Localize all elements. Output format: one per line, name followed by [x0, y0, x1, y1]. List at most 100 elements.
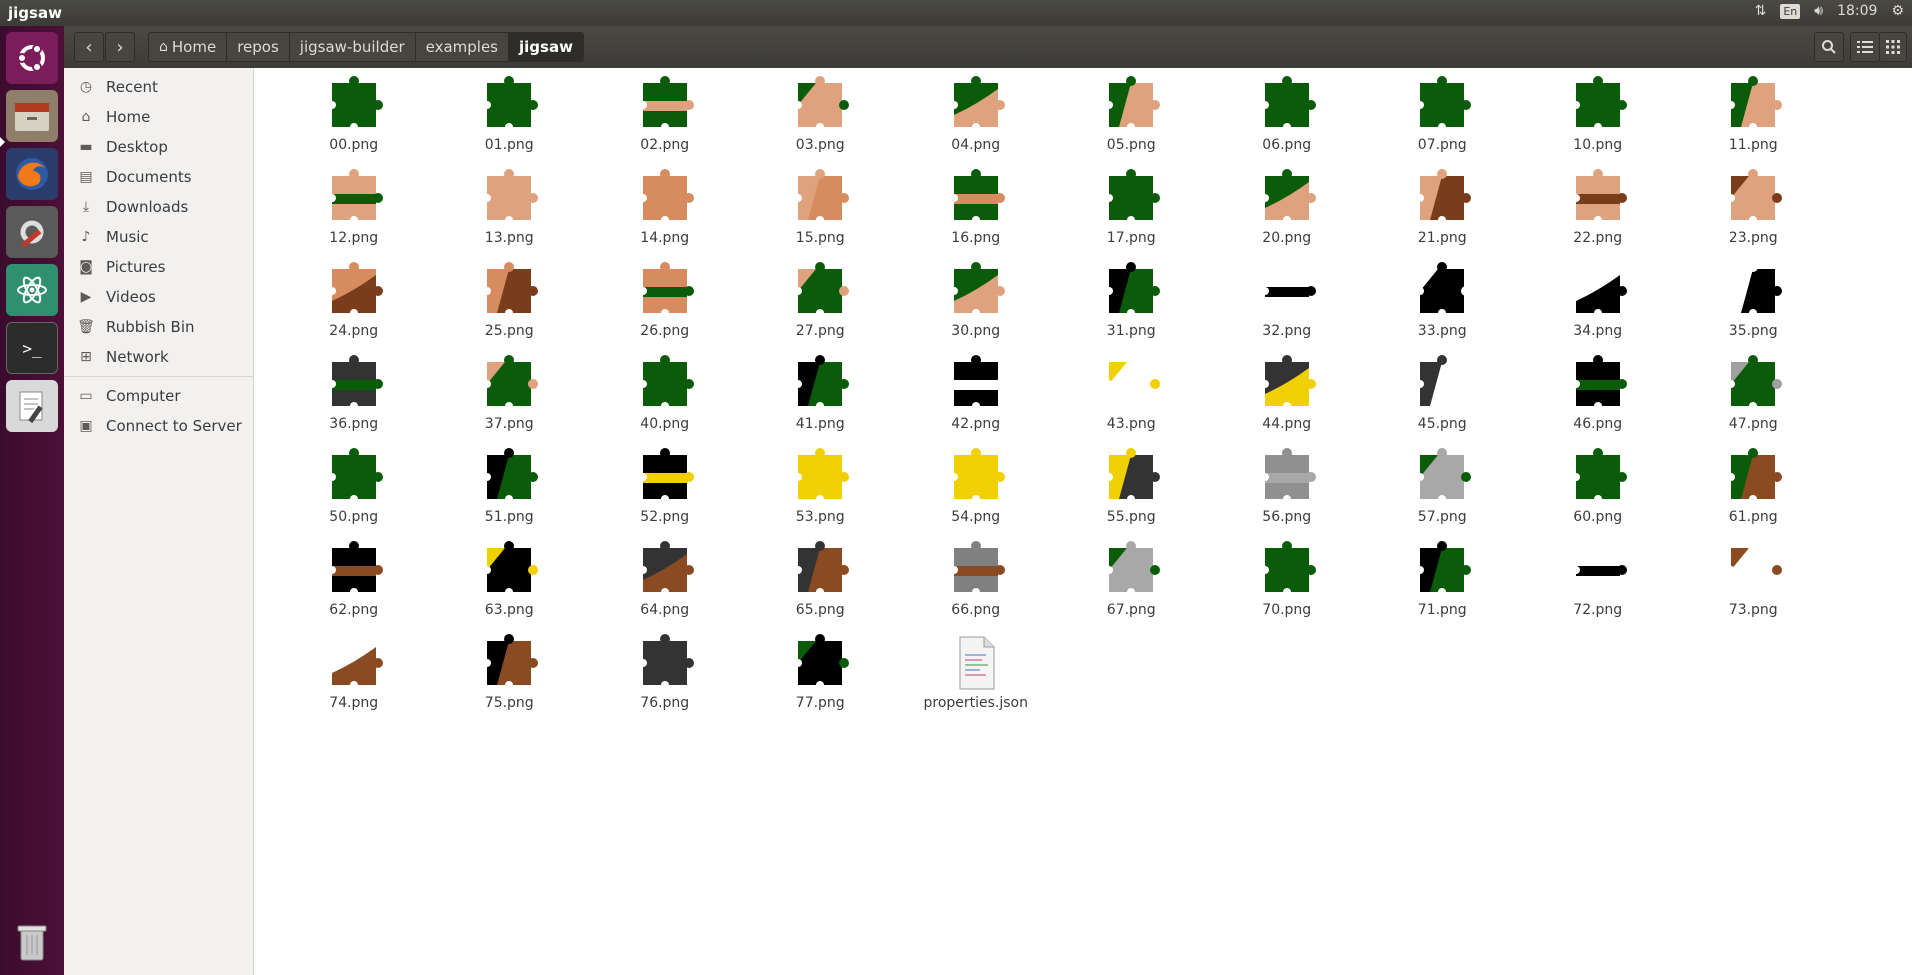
crumb-jigsaw[interactable]: jigsaw: [509, 32, 584, 62]
grid-view-button[interactable]: [1879, 32, 1907, 62]
file-item[interactable]: 25.png: [432, 260, 588, 353]
file-item[interactable]: 64.png: [587, 539, 743, 632]
network-arrows-icon[interactable]: ⇅: [1755, 3, 1767, 19]
file-item[interactable]: 27.png: [743, 260, 899, 353]
file-item[interactable]: 43.png: [1054, 353, 1210, 446]
text-editor-icon[interactable]: [6, 380, 58, 432]
crumb-jigsaw-builder[interactable]: jigsaw-builder: [289, 32, 416, 62]
sidebar-item-recent[interactable]: ◷ Recent: [64, 72, 253, 102]
file-item[interactable]: 57.png: [1365, 446, 1521, 539]
file-item[interactable]: 53.png: [743, 446, 899, 539]
volume-icon[interactable]: 🔊︎: [1814, 3, 1823, 19]
file-item[interactable]: 13.png: [432, 167, 588, 260]
file-item[interactable]: 77.png: [743, 632, 899, 725]
file-item[interactable]: 41.png: [743, 353, 899, 446]
sidebar-item-desktop[interactable]: ▬ Desktop: [64, 132, 253, 162]
file-item[interactable]: 05.png: [1054, 74, 1210, 167]
gear-icon[interactable]: ⚙: [1891, 3, 1904, 19]
sidebar-item-music[interactable]: ♪ Music: [64, 222, 253, 252]
file-item[interactable]: 31.png: [1054, 260, 1210, 353]
file-item[interactable]: 65.png: [743, 539, 899, 632]
trash-icon[interactable]: [6, 916, 58, 968]
crumb-home[interactable]: ⌂ Home: [148, 32, 228, 62]
sidebar-item-downloads[interactable]: ⤓ Downloads: [64, 192, 253, 222]
file-item[interactable]: 11.png: [1676, 74, 1832, 167]
file-item[interactable]: 10.png: [1520, 74, 1676, 167]
file-item[interactable]: 60.png: [1520, 446, 1676, 539]
firefox-icon[interactable]: [6, 148, 58, 200]
file-item[interactable]: 51.png: [432, 446, 588, 539]
sidebar-item-connect-to-server[interactable]: ▣ Connect to Server: [64, 411, 253, 441]
terminal-icon[interactable]: >_: [6, 322, 58, 374]
sidebar-item-home[interactable]: ⌂ Home: [64, 102, 253, 132]
file-item[interactable]: 17.png: [1054, 167, 1210, 260]
file-item[interactable]: 61.png: [1676, 446, 1832, 539]
file-item[interactable]: 40.png: [587, 353, 743, 446]
file-item[interactable]: properties.json: [898, 632, 1054, 725]
file-item[interactable]: 54.png: [898, 446, 1054, 539]
sidebar-item-computer[interactable]: ▭ Computer: [64, 381, 253, 411]
file-item[interactable]: 56.png: [1209, 446, 1365, 539]
file-item[interactable]: 20.png: [1209, 167, 1365, 260]
list-view-button[interactable]: [1850, 32, 1880, 62]
file-item[interactable]: 63.png: [432, 539, 588, 632]
file-item[interactable]: 67.png: [1054, 539, 1210, 632]
file-item[interactable]: 46.png: [1520, 353, 1676, 446]
file-item[interactable]: 62.png: [276, 539, 432, 632]
forward-button[interactable]: ›: [105, 32, 135, 62]
file-item[interactable]: 72.png: [1520, 539, 1676, 632]
file-item[interactable]: 26.png: [587, 260, 743, 353]
file-item[interactable]: 32.png: [1209, 260, 1365, 353]
file-item[interactable]: 42.png: [898, 353, 1054, 446]
file-item[interactable]: 22.png: [1520, 167, 1676, 260]
file-item[interactable]: 33.png: [1365, 260, 1521, 353]
file-item[interactable]: 24.png: [276, 260, 432, 353]
file-item[interactable]: 06.png: [1209, 74, 1365, 167]
file-item[interactable]: 76.png: [587, 632, 743, 725]
keyboard-lang-indicator[interactable]: En: [1780, 3, 1801, 19]
system-settings-icon[interactable]: [6, 206, 58, 258]
sidebar-item-rubbish-bin[interactable]: 🗑︎ Rubbish Bin: [64, 312, 253, 342]
file-item[interactable]: 00.png: [276, 74, 432, 167]
clock[interactable]: 18:09: [1837, 3, 1877, 19]
file-item[interactable]: 52.png: [587, 446, 743, 539]
sidebar-item-pictures[interactable]: ◙ Pictures: [64, 252, 253, 282]
file-item[interactable]: 47.png: [1676, 353, 1832, 446]
sidebar-item-network[interactable]: ⊞ Network: [64, 342, 253, 372]
file-item[interactable]: 44.png: [1209, 353, 1365, 446]
file-item[interactable]: 02.png: [587, 74, 743, 167]
file-item[interactable]: 73.png: [1676, 539, 1832, 632]
sidebar-item-documents[interactable]: ▤ Documents: [64, 162, 253, 192]
file-item[interactable]: 36.png: [276, 353, 432, 446]
ubuntu-dash-icon[interactable]: [6, 32, 58, 84]
file-item[interactable]: 21.png: [1365, 167, 1521, 260]
file-item[interactable]: 74.png: [276, 632, 432, 725]
crumb-examples[interactable]: examples: [415, 32, 509, 62]
atom-icon[interactable]: [6, 264, 58, 316]
file-item[interactable]: 34.png: [1520, 260, 1676, 353]
search-button[interactable]: [1814, 32, 1844, 62]
file-item[interactable]: 07.png: [1365, 74, 1521, 167]
file-item[interactable]: 04.png: [898, 74, 1054, 167]
file-item[interactable]: 12.png: [276, 167, 432, 260]
file-item[interactable]: 50.png: [276, 446, 432, 539]
files-icon[interactable]: [6, 90, 58, 142]
file-item[interactable]: 37.png: [432, 353, 588, 446]
crumb-repos[interactable]: repos: [227, 32, 290, 62]
file-item[interactable]: 01.png: [432, 74, 588, 167]
file-view[interactable]: 00.png 01.png 02.png 03.png 04.png 05.png 06.p…: [254, 68, 1912, 975]
file-item[interactable]: 66.png: [898, 539, 1054, 632]
file-item[interactable]: 16.png: [898, 167, 1054, 260]
file-item[interactable]: 30.png: [898, 260, 1054, 353]
file-item[interactable]: 71.png: [1365, 539, 1521, 632]
back-button[interactable]: ‹: [74, 32, 104, 62]
file-item[interactable]: 03.png: [743, 74, 899, 167]
file-item[interactable]: 23.png: [1676, 167, 1832, 260]
file-item[interactable]: 14.png: [587, 167, 743, 260]
file-item[interactable]: 45.png: [1365, 353, 1521, 446]
file-item[interactable]: 15.png: [743, 167, 899, 260]
file-item[interactable]: 70.png: [1209, 539, 1365, 632]
file-item[interactable]: 75.png: [432, 632, 588, 725]
file-item[interactable]: 35.png: [1676, 260, 1832, 353]
file-item[interactable]: 55.png: [1054, 446, 1210, 539]
